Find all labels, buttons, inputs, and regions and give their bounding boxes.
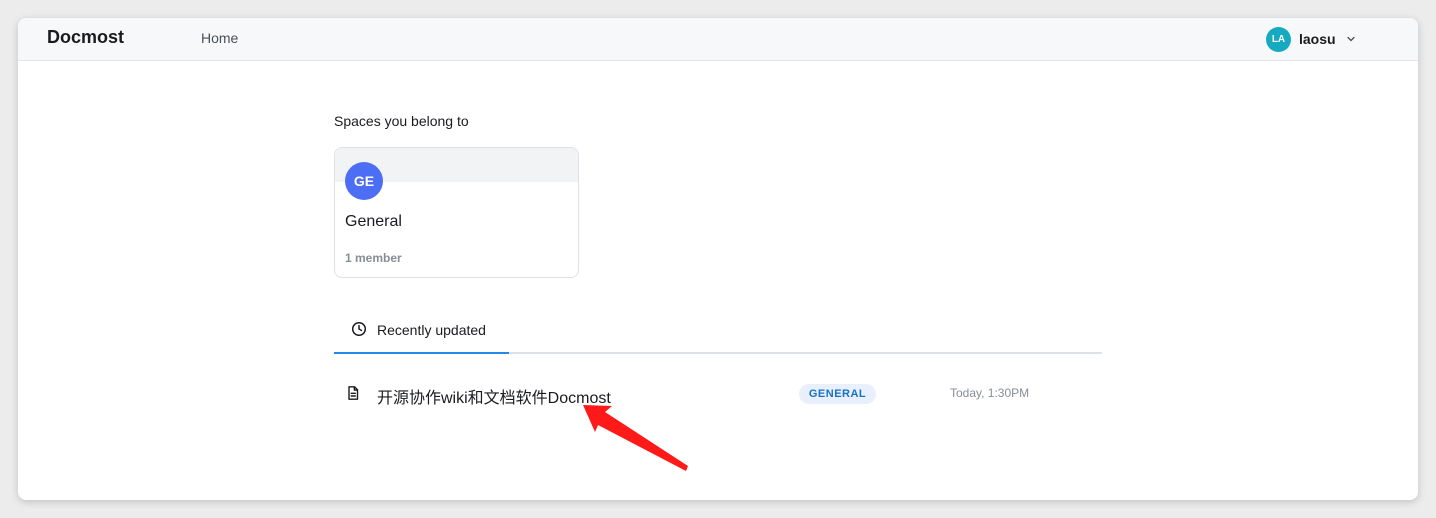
- top-header: Docmost Home LA laosu: [18, 18, 1418, 61]
- user-avatar: LA: [1266, 26, 1291, 52]
- user-menu[interactable]: LA laosu: [1266, 26, 1356, 52]
- clock-icon: [351, 321, 367, 337]
- file-text-icon: [345, 385, 361, 401]
- brand-logo[interactable]: Docmost: [47, 27, 124, 48]
- tab-label: Recently updated: [377, 322, 486, 338]
- tabs-bar: Recently updated: [334, 310, 1102, 354]
- app-window: Docmost Home LA laosu Spaces you belong …: [18, 18, 1418, 500]
- space-card-general[interactable]: GE General 1 member: [334, 147, 579, 278]
- chevron-down-icon: [1346, 34, 1356, 44]
- tab-recently-updated[interactable]: Recently updated: [334, 310, 509, 354]
- space-name: General: [345, 213, 402, 230]
- spaces-section-title: Spaces you belong to: [334, 113, 469, 129]
- annotation-arrow-icon: [583, 405, 688, 471]
- recent-page-row[interactable]: 开源协作wiki和文档软件Docmost GENERAL Today, 1:30…: [334, 378, 1102, 408]
- nav-home-link[interactable]: Home: [201, 30, 238, 46]
- space-badge[interactable]: GENERAL: [799, 384, 876, 404]
- user-name: laosu: [1299, 31, 1336, 47]
- page-title: 开源协作wiki和文档软件Docmost: [377, 390, 611, 407]
- space-avatar: GE: [345, 162, 383, 200]
- space-member-count: 1 member: [345, 251, 402, 265]
- page-updated-date: Today, 1:30PM: [950, 386, 1030, 400]
